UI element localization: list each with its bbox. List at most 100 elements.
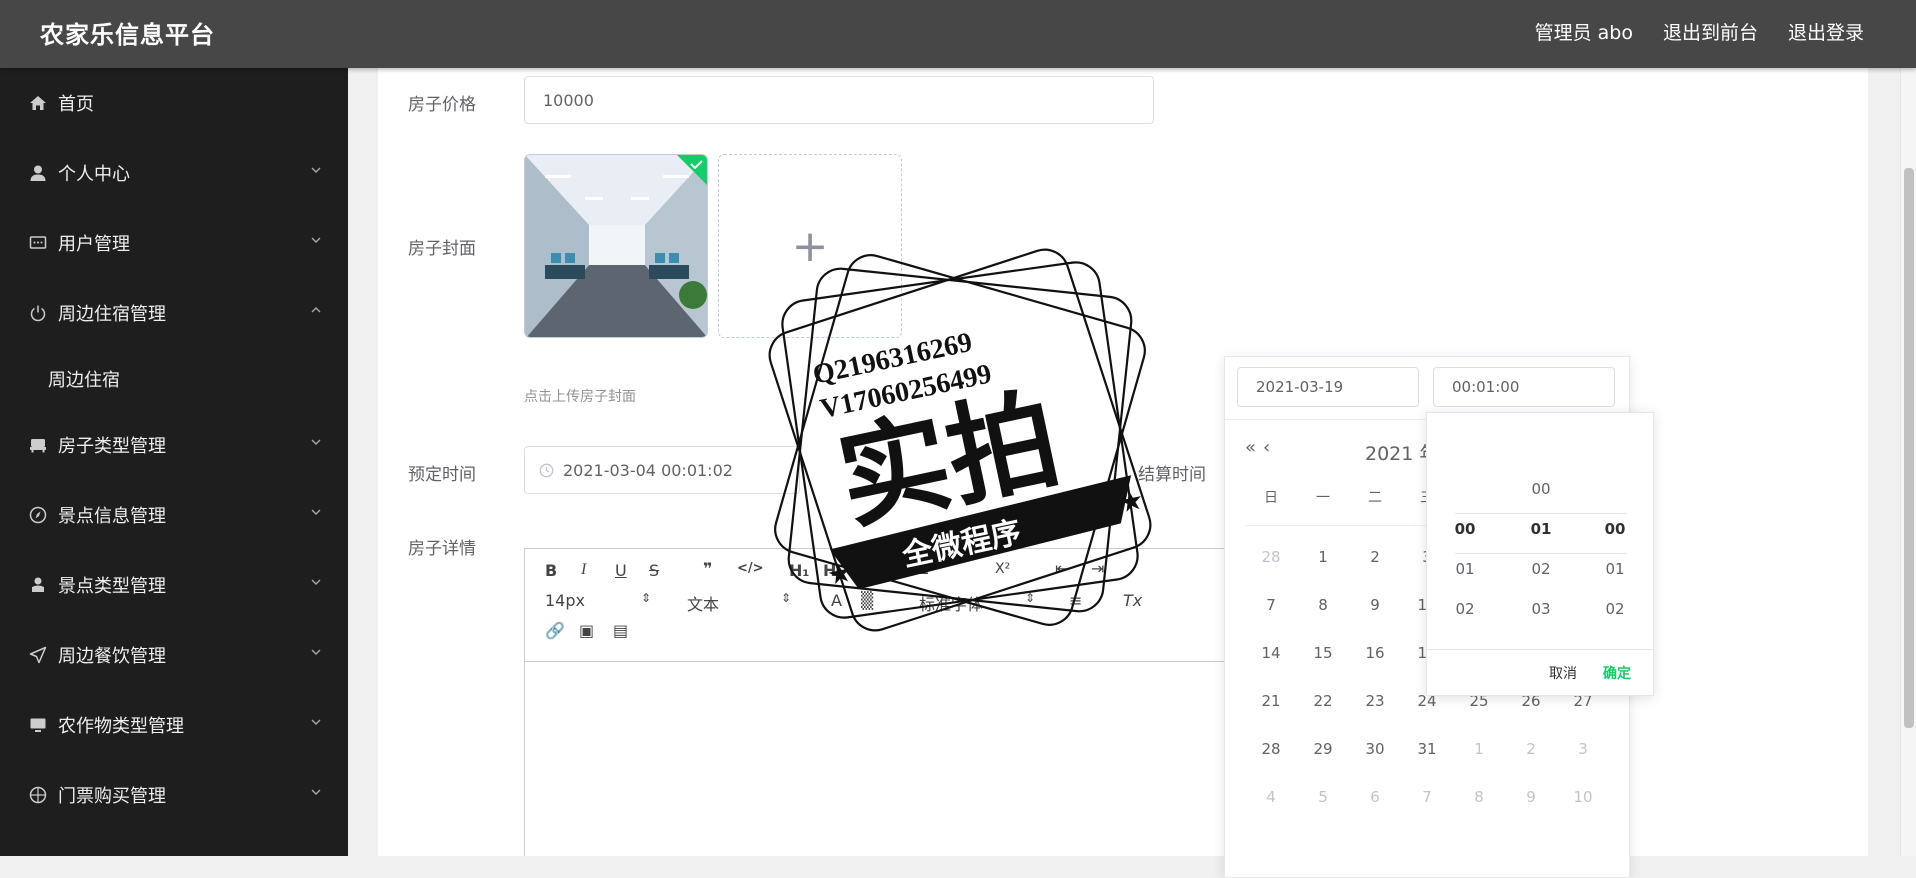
sidebar-item-scenic-type[interactable]: 景点类型管理 [0,550,348,620]
calendar-day[interactable]: 23 [1349,691,1401,739]
time-cancel-button[interactable]: 取消 [1549,663,1577,683]
calendar-day[interactable]: 2 [1349,547,1401,595]
cover-upload-button[interactable]: + [718,154,902,338]
time-option[interactable]: 02 [1435,589,1495,629]
sidebar-item-crop-type[interactable]: 农作物类型管理 [0,690,348,760]
quote-icon[interactable]: ❞ [703,559,712,578]
time-confirm-button[interactable]: 确定 [1603,663,1631,683]
heading2-button[interactable]: H₂ [823,561,843,580]
video-icon[interactable]: ▤ [613,621,628,640]
bullet-list-icon[interactable]: ☰ [915,559,929,578]
calendar-day[interactable]: 2 [1505,739,1557,787]
ordered-list-icon[interactable]: ☰ [879,559,893,578]
italic-button[interactable]: I [581,561,586,579]
calendar-day[interactable]: 10 [1557,787,1609,835]
page-scrollbar[interactable] [1900,68,1916,856]
calendar-day[interactable]: 1 [1453,739,1505,787]
calendar-day[interactable]: 24 [1401,691,1453,739]
heading1-button[interactable]: H₁ [789,561,809,580]
text-type-select[interactable]: 文本 [687,591,719,615]
calendar-day[interactable]: 3 [1557,739,1609,787]
picker-date-input[interactable]: 2021-03-19 [1237,367,1419,407]
align-icon[interactable]: ≡ [1069,591,1082,610]
time-option[interactable]: 00 [1511,469,1571,509]
time-option[interactable]: 00 [1585,509,1645,549]
image-icon[interactable]: ▣ [579,621,594,640]
admin-user-link[interactable]: 管理员 abo [1535,18,1633,45]
time-option[interactable]: 03 [1511,589,1571,629]
cover-label: 房子封面 [408,239,476,259]
time-option[interactable]: 00 [1435,509,1495,549]
background-color-icon[interactable]: ▒ [861,591,873,610]
sidebar-item-lodging-manage[interactable]: 周边住宿管理 [0,278,348,348]
calendar-day[interactable]: 9 [1349,595,1401,643]
calendar-day[interactable]: 21 [1245,691,1297,739]
picker-time-input[interactable]: 00:01:00 [1433,367,1615,407]
time-option[interactable]: 02 [1511,549,1571,589]
calendar-day[interactable]: 7 [1245,595,1297,643]
sidebar-item-house-type[interactable]: 房子类型管理 [0,410,348,480]
minutes-column[interactable]: 00 01 02 03 [1511,469,1571,629]
calendar-day[interactable]: 15 [1297,643,1349,691]
sidebar-item-label: 门票购买管理 [58,786,166,807]
cover-thumbnail[interactable] [524,154,708,338]
sidebar-item-home[interactable]: 首页 [0,68,348,138]
indent-icon[interactable]: ⇥ [1091,559,1104,578]
sidebar-item-users[interactable]: 用户管理 [0,208,348,278]
calendar-day[interactable]: 27 [1557,691,1609,739]
prev-month-icon[interactable]: ‹ [1263,437,1270,458]
calendar-day[interactable]: 4 [1245,787,1297,835]
time-option[interactable] [1585,469,1645,509]
calendar-day[interactable]: 29 [1297,739,1349,787]
calendar-day[interactable]: 8 [1453,787,1505,835]
calendar-day[interactable]: 14 [1245,643,1297,691]
font-size-select[interactable]: 14px [545,591,585,610]
calendar-day[interactable]: 31 [1401,739,1453,787]
sidebar-item-label: 首页 [58,94,94,115]
calendar-day[interactable]: 5 [1297,787,1349,835]
calendar-day[interactable]: 28 [1245,739,1297,787]
time-option[interactable]: 02 [1585,589,1645,629]
calendar-day[interactable]: 28 [1245,547,1297,595]
seconds-column[interactable]: 00 01 02 [1585,469,1645,629]
chevron-down-icon [311,579,321,585]
sidebar-subitem-lodging[interactable]: 周边住宿 [0,348,348,410]
booking-time-input[interactable]: 2021-03-04 00:01:02 [524,446,800,494]
time-option[interactable]: 01 [1585,549,1645,589]
scrollbar-thumb[interactable] [1904,168,1914,728]
time-option[interactable] [1435,469,1495,509]
hours-column[interactable]: 00 01 02 [1435,469,1495,629]
outdent-icon[interactable]: ⇤ [1055,559,1068,578]
calendar-day[interactable]: 25 [1453,691,1505,739]
superscript-button[interactable]: X² [995,561,1010,577]
sidebar-item-dining[interactable]: 周边餐饮管理 [0,620,348,690]
chevron-down-icon: ⇕ [641,591,652,605]
font-color-icon[interactable]: A [831,591,842,610]
calendar-day[interactable]: 22 [1297,691,1349,739]
prev-year-icon[interactable]: « [1245,437,1256,458]
sidebar-item-ticket[interactable]: 门票购买管理 [0,760,348,830]
code-icon[interactable]: </> [737,561,764,576]
time-option[interactable]: 01 [1511,509,1571,549]
calendar-day[interactable]: 16 [1349,643,1401,691]
calendar-day[interactable]: 1 [1297,547,1349,595]
calendar-day[interactable]: 8 [1297,595,1349,643]
underline-button[interactable]: U [615,561,627,580]
sidebar-item-profile[interactable]: 个人中心 [0,138,348,208]
calendar-day[interactable]: 26 [1505,691,1557,739]
message-icon [28,233,48,253]
exit-to-front-link[interactable]: 退出到前台 [1663,18,1758,45]
link-icon[interactable]: 🔗 [545,621,565,640]
sidebar-item-scenic-info[interactable]: 景点信息管理 [0,480,348,550]
price-input[interactable]: 10000 [524,76,1154,124]
bold-button[interactable]: B [545,561,557,580]
strike-button[interactable]: S [649,561,659,580]
calendar-day[interactable]: 6 [1349,787,1401,835]
time-option[interactable]: 01 [1435,549,1495,589]
logout-link[interactable]: 退出登录 [1788,18,1864,45]
calendar-day[interactable]: 9 [1505,787,1557,835]
calendar-day[interactable]: 30 [1349,739,1401,787]
font-family-select[interactable]: 标准字体 [919,591,983,615]
clear-format-icon[interactable]: Tx [1123,591,1142,610]
calendar-day[interactable]: 7 [1401,787,1453,835]
